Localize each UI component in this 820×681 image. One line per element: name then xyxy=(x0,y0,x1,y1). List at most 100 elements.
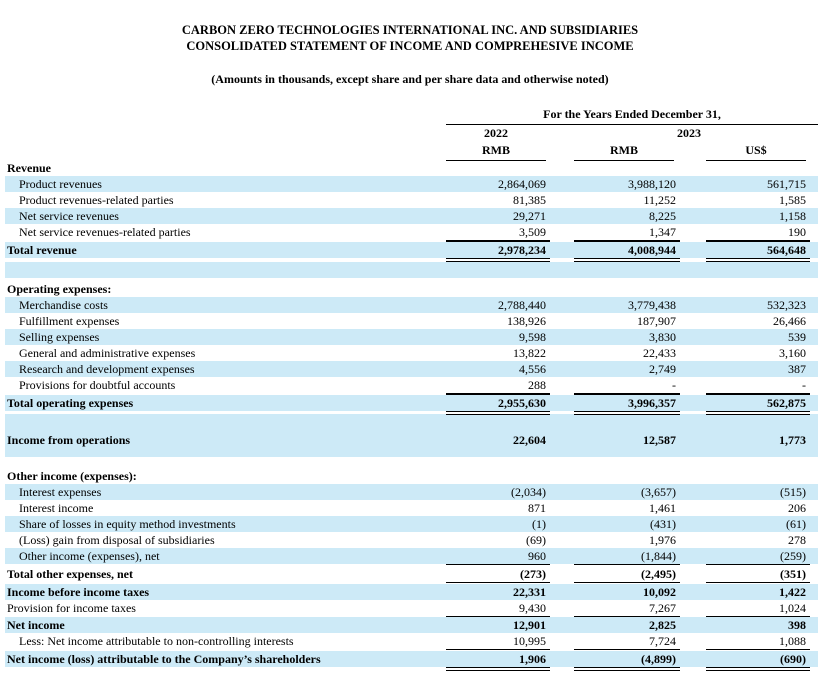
amounts-note: (Amounts in thousands, except share and … xyxy=(211,72,609,86)
single-rule xyxy=(446,394,550,395)
table-row: Research and development expenses 4,556 2,… xyxy=(5,361,818,377)
value-2023-rmb: 22,433 xyxy=(643,346,676,360)
single-rule xyxy=(574,394,680,395)
table-row: Total revenue 2,978,234 4,008,944 564,648 xyxy=(5,242,818,258)
value-2023-usd: (259) xyxy=(780,549,806,563)
value-2023-rmb: 2,825 xyxy=(649,618,676,632)
value-2023-usd: 387 xyxy=(788,362,806,376)
value-2022-rmb: 871 xyxy=(528,501,546,515)
table-row: Share of losses in equity method investm… xyxy=(5,516,818,532)
double-rule xyxy=(706,667,810,671)
value-2023-rmb: (1,844) xyxy=(641,549,676,563)
value-2023-rmb: 1,461 xyxy=(649,501,676,515)
value-2022-rmb: (1) xyxy=(532,517,546,531)
table-row: Product revenues 2,864,069 3,988,120 561,71… xyxy=(5,176,818,192)
table-row: Other income (expenses), net 960 (1,844) (2… xyxy=(5,548,818,564)
table-row: Revenue xyxy=(5,160,818,176)
value-2022-rmb: 3,509 xyxy=(519,225,546,239)
value-2023-usd: 539 xyxy=(788,330,806,344)
value-2022-rmb: 9,430 xyxy=(519,601,546,615)
value-2022-rmb: 22,331 xyxy=(513,585,546,599)
row-label: Interest income xyxy=(19,501,94,515)
row-label: Selling expenses xyxy=(19,330,100,344)
table-row: Income from operations 22,604 12,587 1,773 xyxy=(5,432,818,448)
value-2023-usd: 1,158 xyxy=(779,209,806,223)
value-2023-usd: 1,024 xyxy=(779,601,806,615)
value-2023-rmb: 3,779,438 xyxy=(628,298,676,312)
value-2022-rmb: 22,604 xyxy=(513,433,546,447)
single-rule xyxy=(706,394,810,395)
double-rule xyxy=(446,667,550,671)
row-label: Other income (expenses), net xyxy=(19,549,160,563)
single-rule xyxy=(574,649,680,650)
table-row: (Loss) gain from disposal of subsidiarie… xyxy=(5,532,818,548)
value-2022-rmb: 1,906 xyxy=(519,652,546,666)
value-2023-usd: 562,875 xyxy=(767,396,806,410)
table-row: Less: Net income attributable to non-con… xyxy=(5,633,818,649)
value-2023-usd: 1,773 xyxy=(779,433,806,447)
value-2023-rmb: 1,347 xyxy=(649,225,676,239)
value-2023-usd: 398 xyxy=(788,618,806,632)
value-2022-rmb: (69) xyxy=(526,533,546,547)
row-label: Product revenues-related parties xyxy=(19,193,174,207)
company-title: CARBON ZERO TECHNOLOGIES INTERNATIONAL I… xyxy=(181,23,639,37)
value-2022-rmb: 9,598 xyxy=(519,330,546,344)
value-2023-rmb: 187,907 xyxy=(637,314,676,328)
single-rule xyxy=(446,582,550,583)
table-row: Net service revenues 29,271 8,225 1,158 xyxy=(5,208,818,224)
value-2023-rmb: (3,657) xyxy=(641,485,676,499)
double-rule xyxy=(706,411,810,415)
double-rule xyxy=(574,667,680,671)
row-label: Research and development expenses xyxy=(19,362,195,376)
value-2023-usd: 561,715 xyxy=(767,177,806,191)
row-label: Revenue xyxy=(7,161,51,175)
row-label: Net income xyxy=(7,618,65,632)
year-2023-header: 2023 xyxy=(677,126,701,140)
value-2023-rmb: 3,830 xyxy=(649,330,676,344)
value-2023-usd: (351) xyxy=(780,567,806,581)
row-label: Total revenue xyxy=(7,243,77,257)
table-row: Net income 12,901 2,825 398 xyxy=(5,617,818,633)
table-row: Interest expenses (2,034) (3,657) (515) xyxy=(5,484,818,500)
value-2022-rmb: 138,926 xyxy=(507,314,546,328)
table-row: Provisions for doubtful accounts 288 - - xyxy=(5,377,818,393)
table-row: Total other expenses, net (273) (2,495) (35… xyxy=(5,566,818,582)
currency-rmb-2022: RMB xyxy=(446,143,546,161)
table-row: Fulfillment expenses 138,926 187,907 26,466 xyxy=(5,313,818,329)
row-label: (Loss) gain from disposal of subsidiarie… xyxy=(19,533,215,547)
value-2022-rmb: 2,864,069 xyxy=(498,177,546,191)
value-2022-rmb: (273) xyxy=(520,567,546,581)
value-2023-usd: - xyxy=(802,378,806,392)
value-2022-rmb: 29,271 xyxy=(513,209,546,223)
value-2022-rmb: 2,955,630 xyxy=(498,396,546,410)
value-2023-usd: (690) xyxy=(780,652,806,666)
row-label: Provision for income taxes xyxy=(7,601,136,615)
row-label: Total other expenses, net xyxy=(7,567,133,581)
table-row: Provision for income taxes 9,430 7,267 1,02… xyxy=(5,600,818,616)
single-rule xyxy=(446,564,550,565)
row-label: Share of losses in equity method investm… xyxy=(19,517,236,531)
value-2023-rmb: 3,988,120 xyxy=(628,177,676,191)
value-2022-rmb: 288 xyxy=(528,378,546,392)
value-2022-rmb: 10,995 xyxy=(513,634,546,648)
value-2023-rmb: 2,749 xyxy=(649,362,676,376)
table-row: Selling expenses 9,598 3,830 539 xyxy=(5,329,818,345)
table-row: Net service revenues-related parties 3,50… xyxy=(5,224,818,240)
table-row xyxy=(5,262,818,278)
row-label: Income before income taxes xyxy=(7,585,150,599)
row-label: Product revenues xyxy=(19,177,102,191)
single-rule xyxy=(706,582,810,583)
table-row: Total operating expenses 2,955,630 3,996,3… xyxy=(5,395,818,411)
row-label: Operating expenses: xyxy=(7,282,112,296)
period-header: For the Years Ended December 31, xyxy=(446,107,818,125)
value-2023-rmb: 7,267 xyxy=(649,601,676,615)
value-2022-rmb: 960 xyxy=(528,549,546,563)
value-2023-usd: 1,422 xyxy=(779,585,806,599)
value-2023-rmb: 8,225 xyxy=(649,209,676,223)
row-label: Net income (loss) attributable to the Co… xyxy=(7,652,321,666)
value-2023-rmb: 12,587 xyxy=(643,433,676,447)
row-label: Fulfillment expenses xyxy=(19,314,120,328)
value-2023-rmb: 4,008,944 xyxy=(628,243,676,257)
row-label: Provisions for doubtful accounts xyxy=(19,378,176,392)
value-2022-rmb: 4,556 xyxy=(519,362,546,376)
